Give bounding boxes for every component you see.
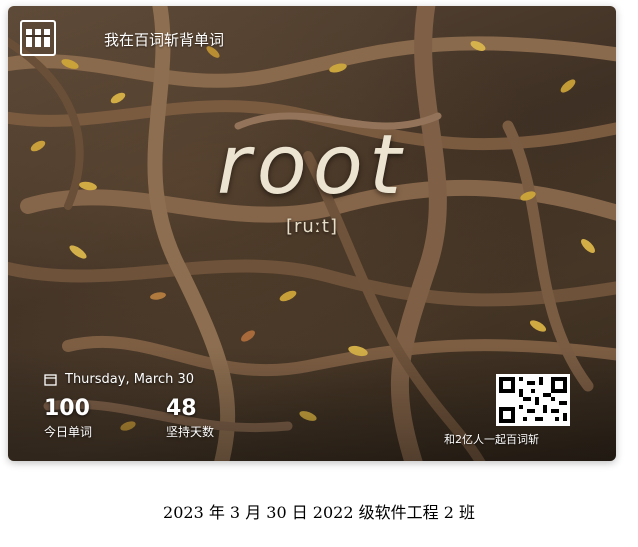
stat-today-words: 100 今日单词 <box>44 396 92 440</box>
vocab-word: root <box>216 118 408 213</box>
stat-label: 坚持天数 <box>166 425 215 439</box>
date-row: Thursday, March 30 <box>44 372 194 387</box>
share-card: 我在百词斩背单词 root [ruːt] Thursday, March 30 … <box>8 6 616 461</box>
qr-code-icon <box>496 374 570 426</box>
date-text: Thursday, March 30 <box>65 372 195 387</box>
stat-streak-days: 48 坚持天数 <box>166 396 214 440</box>
stat-label: 今日单词 <box>44 425 93 439</box>
stat-value: 100 <box>44 396 90 421</box>
calendar-icon <box>44 374 57 386</box>
image-caption: 2023 年 3 月 30 日 2022 级软件工程 2 班 <box>163 503 475 522</box>
baicizhan-logo-icon <box>20 20 56 56</box>
stat-value: 48 <box>166 396 197 421</box>
slogan-text: 和2亿人一起百词斩 <box>444 433 539 446</box>
brand-text: 我在百词斩背单词 <box>104 31 225 49</box>
phonetic-transcription: [ruːt] <box>286 216 338 237</box>
